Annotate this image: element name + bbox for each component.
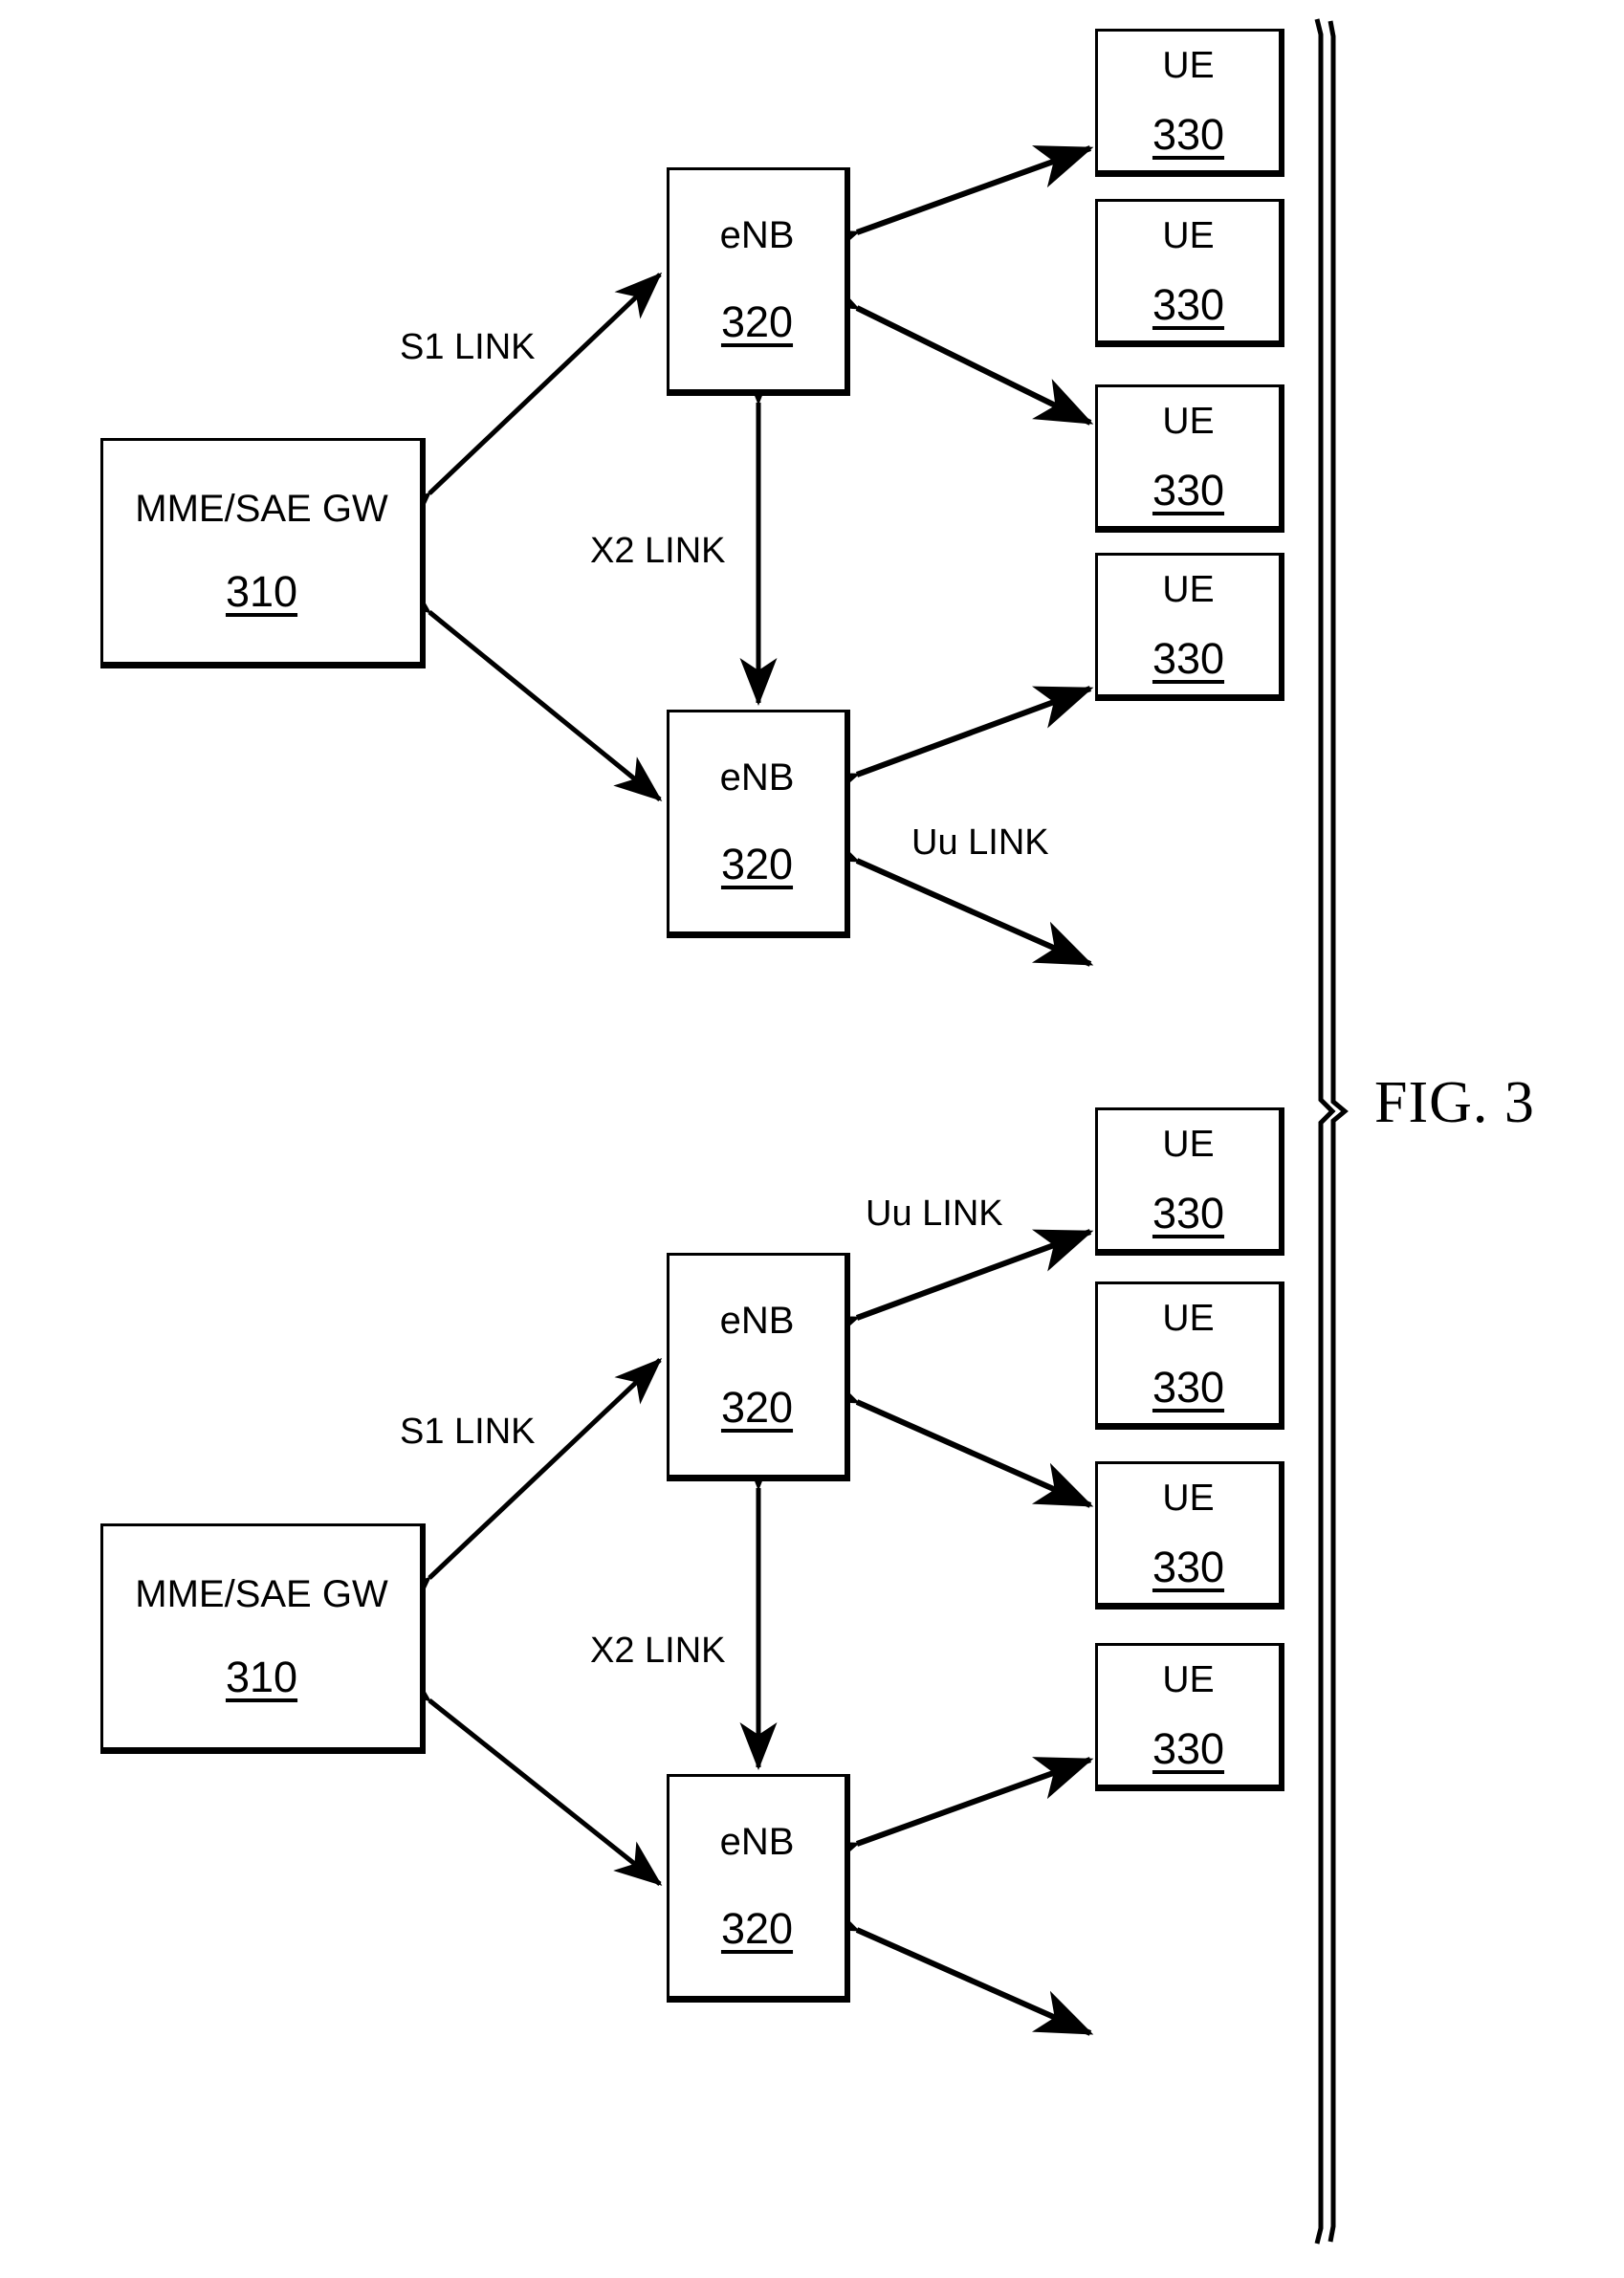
node-enb-upper-1[interactable]: eNB 320	[667, 167, 850, 396]
node-mme-sae-gw-upper[interactable]: MME/SAE GW 310	[100, 438, 426, 668]
node-ue-upper-2[interactable]: UE 330	[1095, 199, 1284, 347]
node-title: UE	[1162, 214, 1215, 256]
node-reference-number: 330	[1152, 465, 1225, 515]
link-s1-lower-2	[383, 1657, 663, 1886]
node-reference-number: 320	[720, 1904, 794, 1953]
node-title: UE	[1162, 568, 1215, 610]
link-uu-upper-4	[798, 818, 1094, 967]
node-reference-number: 320	[720, 1383, 794, 1432]
node-title: UE	[1162, 1477, 1215, 1519]
link-uu-lower-1	[798, 1229, 1094, 1358]
link-label-x2-lower: X2 LINK	[590, 1631, 726, 1671]
patent-figure-page: MME/SAE GW 310 eNB 320 eNB 320 UE 330 UE…	[0, 0, 1624, 2278]
node-enb-upper-2[interactable]: eNB 320	[667, 710, 850, 938]
node-reference-number: 310	[225, 1653, 298, 1701]
node-title: UE	[1162, 1123, 1215, 1165]
node-reference-number: 330	[1152, 109, 1225, 159]
node-title: eNB	[719, 214, 795, 256]
node-reference-number: 320	[720, 297, 794, 346]
link-label-x2-upper: X2 LINK	[590, 531, 726, 571]
node-mme-sae-gw-lower[interactable]: MME/SAE GW 310	[100, 1523, 426, 1754]
link-uu-upper-2	[799, 264, 1094, 426]
node-reference-number: 330	[1152, 1362, 1225, 1412]
link-uu-lower-2	[798, 1359, 1094, 1508]
link-label-uu-upper: Uu LINK	[911, 822, 1049, 863]
link-uu-lower-4	[798, 1887, 1094, 2036]
node-ue-lower-2[interactable]: UE 330	[1095, 1281, 1284, 1430]
node-ue-lower-1[interactable]: UE 330	[1095, 1107, 1284, 1256]
figure-bracket-icon	[1314, 18, 1349, 2245]
node-reference-number: 330	[1152, 633, 1225, 683]
link-uu-upper-3	[798, 686, 1094, 815]
node-reference-number: 330	[1152, 1188, 1225, 1238]
node-reference-number: 310	[225, 567, 298, 616]
node-title: UE	[1162, 1297, 1215, 1339]
link-s1-upper	[384, 272, 663, 538]
node-ue-upper-3[interactable]: UE 330	[1095, 384, 1284, 533]
node-title: MME/SAE GW	[135, 488, 388, 530]
node-title: MME/SAE GW	[135, 1573, 388, 1615]
node-title: UE	[1162, 1658, 1215, 1700]
node-title: eNB	[719, 756, 795, 799]
node-ue-upper-1[interactable]: UE 330	[1095, 29, 1284, 177]
link-uu-upper-1	[799, 145, 1094, 273]
node-title: eNB	[719, 1300, 795, 1342]
node-ue-upper-4[interactable]: UE 330	[1095, 553, 1284, 701]
node-ue-lower-3[interactable]: UE 330	[1095, 1461, 1284, 1610]
link-s1-upper-2	[383, 569, 663, 801]
node-title: UE	[1162, 400, 1215, 442]
link-label-s1-upper: S1 LINK	[400, 327, 536, 367]
figure-caption: FIG. 3	[1374, 1070, 1535, 1135]
node-title: UE	[1162, 44, 1215, 86]
node-reference-number: 320	[720, 840, 794, 888]
link-label-s1-lower: S1 LINK	[400, 1412, 536, 1452]
link-label-uu-lower: Uu LINK	[866, 1194, 1003, 1234]
node-title: eNB	[719, 1821, 795, 1863]
node-reference-number: 330	[1152, 1542, 1225, 1591]
link-uu-lower-3	[799, 1757, 1094, 1884]
link-s1-lower	[384, 1357, 663, 1623]
node-enb-lower-2[interactable]: eNB 320	[667, 1774, 850, 2003]
node-ue-lower-4[interactable]: UE 330	[1095, 1643, 1284, 1791]
node-reference-number: 330	[1152, 1723, 1225, 1773]
node-enb-lower-1[interactable]: eNB 320	[667, 1253, 850, 1481]
node-reference-number: 330	[1152, 279, 1225, 329]
